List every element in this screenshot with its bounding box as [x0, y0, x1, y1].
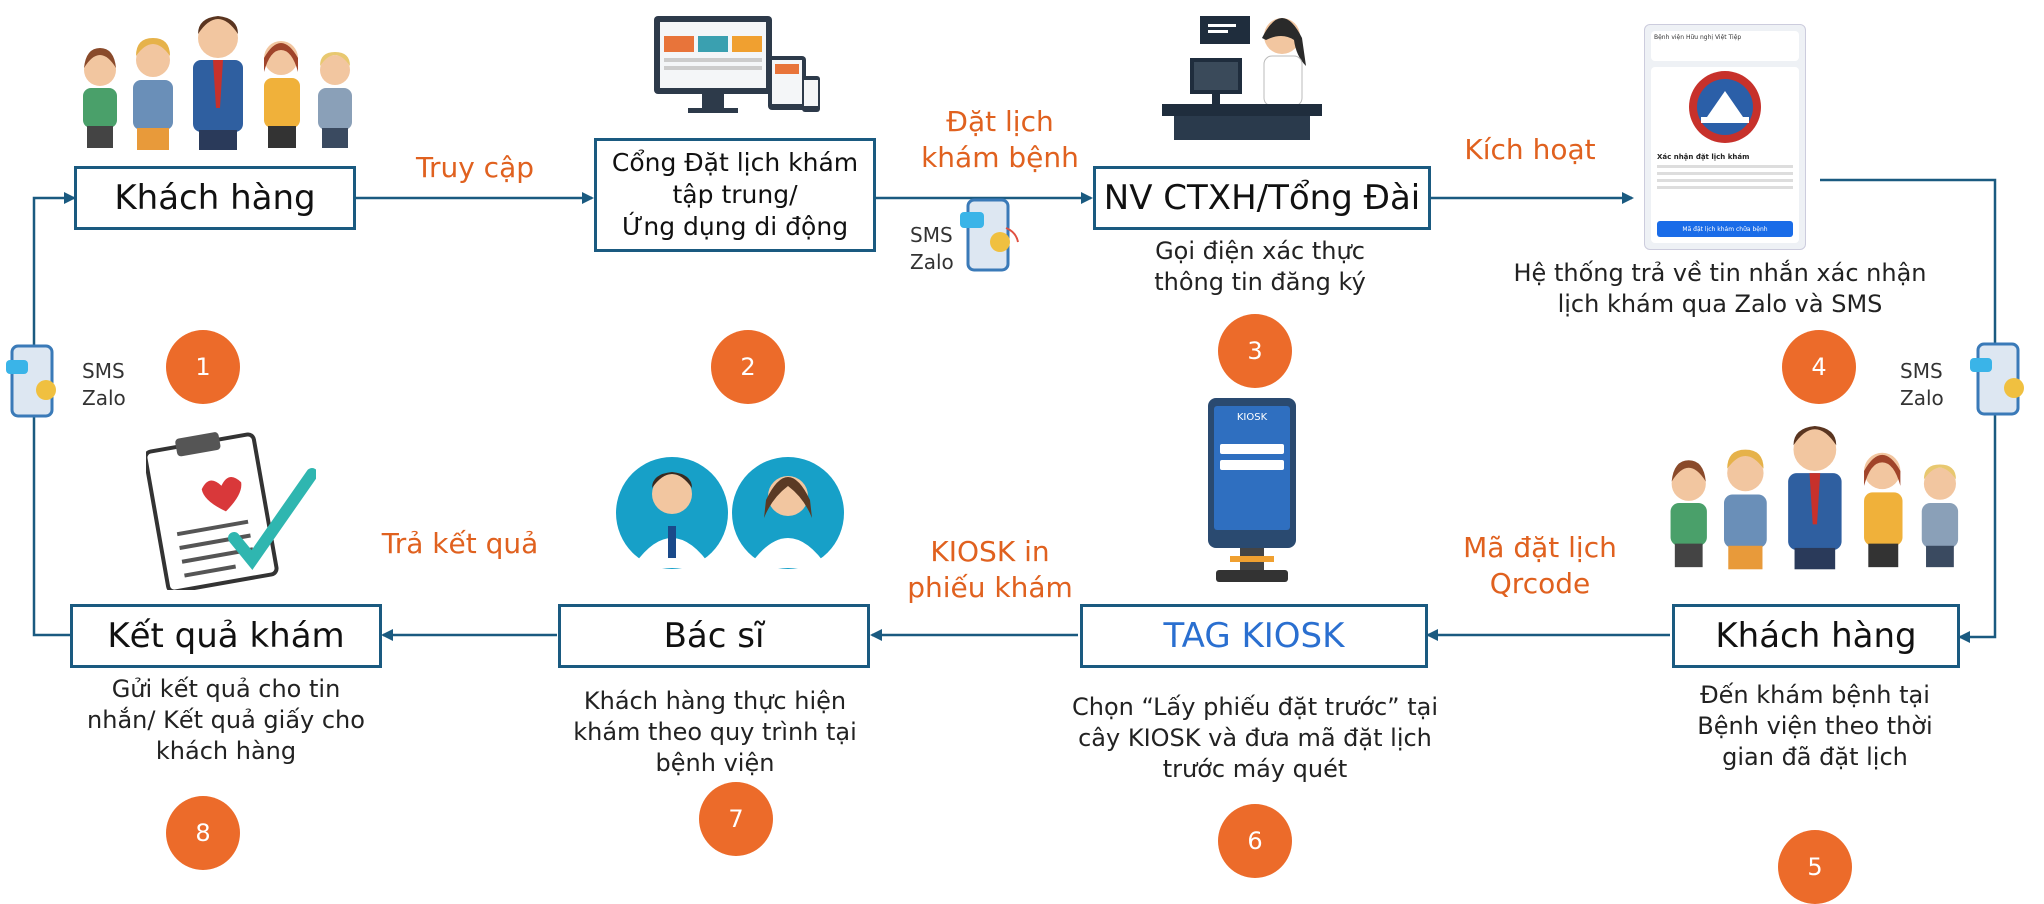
- desc-step-4-line1: Hệ thống trả về tin nhắn xác nhận: [1513, 259, 1927, 287]
- node-tag-kiosk-label: TAG KIOSK: [1163, 616, 1345, 656]
- desc-step-8-line1: Gửi kết quả cho tin: [111, 675, 341, 703]
- node-ket-qua-kham: Kết quả khám: [70, 604, 382, 668]
- node-nv-ctxh: NV CTXH/Tổng Đài: [1093, 166, 1431, 230]
- sms-zalo-label-top: SMS Zalo: [910, 222, 954, 276]
- card-title: Xác nhận đặt lịch khám: [1657, 153, 1750, 161]
- desc-step-6-line1: Chọn “Lấy phiếu đặt trước” tại: [1071, 693, 1438, 721]
- devices-icon: [654, 16, 820, 113]
- sms-zalo-label-right: SMS Zalo: [1900, 358, 1944, 412]
- sms-zalo-label-left: SMS Zalo: [82, 358, 126, 412]
- zalo-label-right: Zalo: [1900, 386, 1944, 410]
- edge-label-dat-lich-line2: khám bệnh: [921, 141, 1079, 174]
- desc-step-8-line2: nhắn/ Kết quả giấy cho: [87, 706, 365, 734]
- edge-label-truy-cap: Truy cập: [415, 151, 535, 184]
- edge-label-tra-ket-qua: Trả kết quả: [381, 527, 539, 560]
- node-khach-hang-5-label: Khách hàng: [1715, 616, 1917, 656]
- node-khach-hang-1: Khách hàng: [74, 166, 356, 230]
- desc-step-6-line2: cây KIOSK và đưa mã đặt lịch: [1078, 724, 1432, 752]
- desc-step-7: Khách hàng thực hiện khám theo quy trình…: [555, 686, 875, 779]
- edge-label-kiosk-in-line2: phiếu khám: [907, 571, 1073, 604]
- zalo-label-left: Zalo: [82, 386, 126, 410]
- card-button: Mã đặt lịch khám chữa bệnh: [1657, 221, 1793, 237]
- edge-label-dat-lich: Đặt lịch khám bệnh: [900, 104, 1100, 176]
- sms-label-left: SMS: [82, 359, 125, 383]
- step-2: 2: [711, 330, 785, 404]
- step-1: 1: [166, 330, 240, 404]
- step-8: 8: [166, 796, 240, 870]
- doctors-icon: [616, 457, 844, 569]
- edge-label-ma-dat-lich: Mã đặt lịch Qrcode: [1440, 530, 1640, 602]
- edge-label-ma-dat-lich-line2: Qrcode: [1489, 567, 1591, 600]
- node-nv-ctxh-label: NV CTXH/Tổng Đài: [1103, 178, 1421, 218]
- node-tag-kiosk: TAG KIOSK: [1080, 604, 1428, 668]
- node-khach-hang-1-label: Khách hàng: [114, 178, 316, 218]
- step-3: 3: [1218, 314, 1292, 388]
- phone-sms-icon: [1970, 342, 2024, 416]
- node-bac-si: Bác sĩ: [558, 604, 870, 668]
- zalo-label-top: Zalo: [910, 250, 954, 274]
- sms-label-right: SMS: [1900, 359, 1943, 383]
- hospital-seal-icon: [1689, 71, 1761, 143]
- desc-step-5: Đến khám bệnh tại Bệnh viện theo thời gi…: [1670, 680, 1960, 773]
- desc-step-4-line2: lịch khám qua Zalo và SMS: [1557, 290, 1883, 318]
- node-cong-dat-lich-line2: tập trung/: [672, 180, 798, 209]
- desc-step-5-line2: Bệnh viện theo thời: [1697, 712, 1933, 740]
- node-bac-si-label: Bác sĩ: [663, 616, 765, 656]
- receptionist-icon: [1162, 16, 1322, 140]
- desc-step-7-line1: Khách hàng thực hiện: [583, 687, 847, 715]
- node-ket-qua-kham-label: Kết quả khám: [107, 616, 345, 656]
- clipboard-result-icon: [146, 432, 316, 590]
- sms-label-top: SMS: [910, 223, 953, 247]
- edge-label-kiosk-in: KIOSK in phiếu khám: [890, 534, 1090, 606]
- node-cong-dat-lich-line3: Ứng dụng di động: [621, 212, 849, 241]
- desc-step-5-line3: gian đã đặt lịch: [1722, 743, 1908, 771]
- desc-step-3: Gọi điện xác thực thông tin đăng ký: [1090, 236, 1430, 298]
- desc-step-8-line3: khách hàng: [155, 737, 297, 765]
- step-6: 6: [1218, 804, 1292, 878]
- edge-label-kiosk-in-line1: KIOSK in: [930, 535, 1050, 568]
- node-khach-hang-5: Khách hàng: [1672, 604, 1960, 668]
- desc-step-8: Gửi kết quả cho tin nhắn/ Kết quả giấy c…: [70, 674, 382, 767]
- kiosk-icon: KIOSK: [1204, 398, 1300, 586]
- desc-step-7-line2: khám theo quy trình tại: [573, 718, 857, 746]
- desc-step-6-line3: trước máy quét: [1162, 755, 1348, 783]
- card-hospital: Bệnh viện Hữu nghị Việt Tiệp: [1651, 31, 1799, 61]
- edge-label-ma-dat-lich-line1: Mã đặt lịch: [1463, 531, 1617, 564]
- desc-step-5-line1: Đến khám bệnh tại: [1700, 681, 1930, 709]
- desc-step-6: Chọn “Lấy phiếu đặt trước” tại cây KIOSK…: [1060, 692, 1450, 785]
- people-group-icon: [1670, 426, 1959, 570]
- confirmation-card-icon: Bệnh viện Hữu nghị Việt Tiệp Xác nhận đặ…: [1644, 24, 1806, 250]
- step-5: 5: [1778, 830, 1852, 904]
- step-7: 7: [699, 782, 773, 856]
- edge-label-kich-hoat: Kích hoạt: [1464, 133, 1596, 166]
- desc-step-3-line2: thông tin đăng ký: [1154, 268, 1366, 296]
- desc-step-3-line1: Gọi điện xác thực: [1155, 237, 1365, 265]
- phone-sms-icon: [6, 344, 56, 418]
- node-cong-dat-lich: Cổng Đặt lịch khám tập trung/ Ứng dụng d…: [594, 138, 876, 252]
- edge-label-dat-lich-line1: Đặt lịch: [946, 105, 1054, 138]
- desc-step-4: Hệ thống trả về tin nhắn xác nhận lịch k…: [1500, 258, 1940, 320]
- node-cong-dat-lich-line1: Cổng Đặt lịch khám: [611, 148, 859, 177]
- people-group-icon: [83, 16, 352, 150]
- step-4: 4: [1782, 330, 1856, 404]
- desc-step-7-line3: bệnh viện: [655, 749, 775, 777]
